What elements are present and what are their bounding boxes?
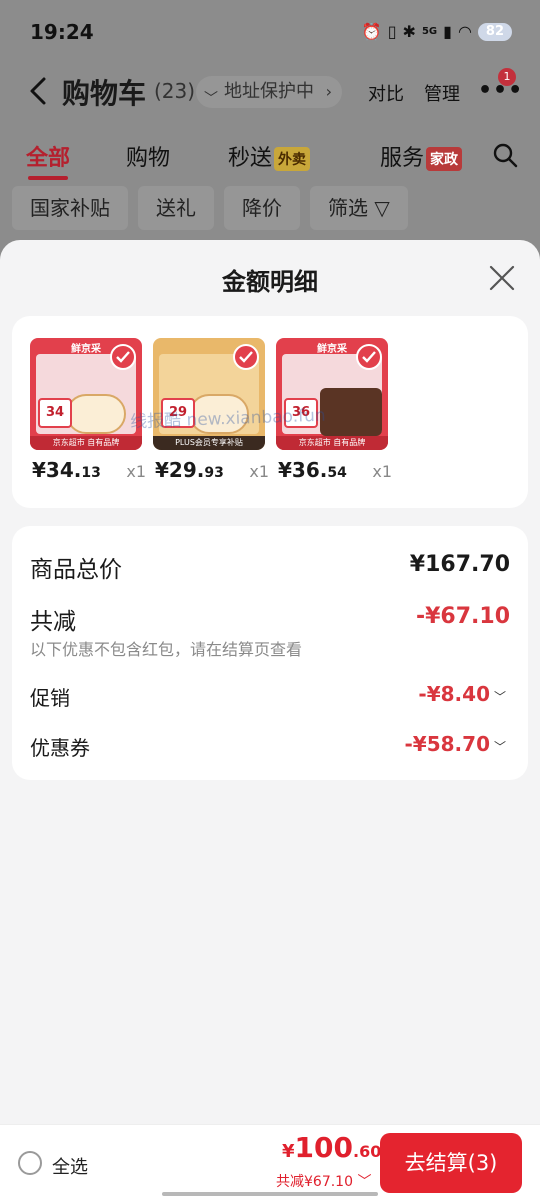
- category-tabs: 全部 购物 秒送 外卖 服务 家政: [0, 130, 540, 182]
- funnel-icon: ▽: [374, 196, 390, 220]
- tab-instant-delivery[interactable]: 秒送 外卖: [228, 140, 311, 172]
- total-price-label: 商品总价: [30, 557, 122, 583]
- discount-note: 以下优惠不包含红包，请在结算页查看: [30, 640, 303, 659]
- product-price-main: ¥34.: [32, 458, 82, 482]
- discount-label: 共减: [30, 609, 76, 635]
- address-pill-label: 地址保护中: [224, 81, 314, 102]
- product-quantity: x1: [372, 462, 392, 481]
- chevron-down-icon: ﹀: [493, 740, 506, 754]
- amount-detail-sheet: 金额明细 鲜京采 34 京东超市 自有品牌 ¥34.13 x1 29 PLUS会…: [0, 240, 540, 1200]
- coupon-row[interactable]: -¥58.70 ﹀: [405, 732, 507, 756]
- checked-icon: [110, 344, 136, 370]
- status-icons: ⏰ ▯ ✱ 5G ▮ ◠ 82: [362, 22, 512, 41]
- network-label: 5G: [421, 26, 438, 37]
- product-price: ¥34.13: [32, 458, 101, 482]
- total-price: ¥100.60: [282, 1131, 381, 1164]
- filter-gift[interactable]: 送礼: [138, 186, 214, 230]
- product-price: ¥36.54: [278, 458, 347, 482]
- coupon-value: -¥58.70: [404, 732, 490, 756]
- address-protection-pill[interactable]: ﹀ 地址保护中 ›: [196, 76, 342, 108]
- checked-icon: [233, 344, 259, 370]
- tab-services-label: 服务: [380, 146, 425, 171]
- chevron-down-icon: ﹀: [357, 1174, 372, 1190]
- vibrate-icon: ▯: [387, 22, 397, 41]
- alarm-icon: ⏰: [361, 22, 382, 41]
- promotion-value: -¥8.40: [418, 682, 490, 706]
- swiss-roll-image: [66, 394, 126, 434]
- product-thumbnail: 鲜京采 34 京东超市 自有品牌: [30, 338, 142, 450]
- total-integer: 100: [294, 1131, 353, 1164]
- housekeeping-badge: 家政: [426, 147, 463, 171]
- total-saving-toggle[interactable]: 共减¥67.10 ﹀: [276, 1171, 371, 1191]
- product-thumbnail: 鲜京采 36 京东超市 自有品牌: [276, 338, 388, 450]
- battery-indicator: 82: [477, 22, 512, 41]
- checkout-bar: 全选 ¥100.60 共减¥67.10 ﹀ 去结算(3): [0, 1124, 540, 1200]
- wifi-icon: ◠: [457, 22, 472, 41]
- select-all-radio[interactable]: [18, 1151, 42, 1175]
- product-price-decimal: 54: [327, 465, 347, 481]
- product-price-main: ¥29.: [155, 458, 205, 482]
- back-arrow-icon[interactable]: [26, 76, 50, 106]
- product-footer: 京东超市 自有品牌: [276, 436, 388, 450]
- page-title: 购物车: [62, 77, 147, 110]
- status-time: 19:24: [30, 20, 94, 44]
- tab-all[interactable]: 全部: [26, 140, 70, 172]
- discount-value: -¥67.10: [415, 604, 510, 629]
- checkout-button[interactable]: 去结算(3): [380, 1133, 522, 1193]
- product-price-tag: 34: [38, 398, 72, 428]
- signal-icon: ▮: [443, 22, 452, 41]
- cart-count: (23): [154, 79, 196, 103]
- search-icon[interactable]: [492, 142, 518, 168]
- filter-chips: 国家补贴 送礼 降价 筛选 ▽: [12, 186, 408, 230]
- active-tab-indicator: [28, 176, 68, 180]
- total-currency: ¥: [282, 1141, 295, 1162]
- price-summary-card: 商品总价 ¥167.70 共减 -¥67.10 以下优惠不包含红包，请在结算页查…: [12, 526, 528, 780]
- bluetooth-icon: ✱: [402, 22, 416, 41]
- product-price: ¥29.93: [155, 458, 224, 482]
- tab-services[interactable]: 服务 家政: [380, 140, 470, 172]
- total-decimal: .60: [352, 1142, 382, 1161]
- product-quantity: x1: [249, 462, 269, 481]
- takeout-badge: 外卖: [274, 147, 311, 171]
- chevron-down-icon: ﹀: [493, 690, 506, 704]
- sheet-title: 金额明细: [222, 268, 318, 296]
- chevron-right-icon: ›: [325, 82, 332, 101]
- filter-more-label: 筛选: [328, 196, 368, 220]
- product-thumbnail: 29 PLUS会员专享补贴: [153, 338, 265, 450]
- cart-header: 购物车 (23) ﹀ 地址保护中 › 对比 管理 ••• 1: [0, 66, 540, 118]
- manage-button[interactable]: 管理: [424, 80, 460, 106]
- close-icon[interactable]: [488, 264, 516, 292]
- total-price-value: ¥167.70: [409, 552, 510, 577]
- product-price-decimal: 13: [81, 465, 101, 481]
- coupon-label: 优惠券: [30, 736, 90, 760]
- product-footer: PLUS会员专享补贴: [153, 436, 265, 450]
- cake-image: [320, 388, 382, 436]
- total-saving-text: 共减¥67.10: [276, 1174, 353, 1190]
- home-indicator: [162, 1192, 378, 1196]
- status-bar: 19:24 ⏰ ▯ ✱ 5G ▮ ◠ 82: [0, 0, 540, 66]
- product-quantity: x1: [126, 462, 146, 481]
- promotion-row[interactable]: -¥8.40 ﹀: [418, 682, 506, 706]
- promotion-label: 促销: [30, 686, 70, 710]
- filter-national-subsidy[interactable]: 国家补贴: [12, 186, 128, 230]
- compare-button[interactable]: 对比: [368, 80, 404, 106]
- product-footer: 京东超市 自有品牌: [30, 436, 142, 450]
- tab-shopping[interactable]: 购物: [126, 140, 170, 172]
- product-price-decimal: 93: [204, 465, 224, 481]
- product-item[interactable]: 鲜京采 34 京东超市 自有品牌 ¥34.13 x1: [30, 338, 146, 488]
- tab-instant-delivery-label: 秒送: [228, 146, 273, 171]
- product-price-main: ¥36.: [278, 458, 328, 482]
- checked-icon: [356, 344, 382, 370]
- select-all-label[interactable]: 全选: [52, 1153, 88, 1179]
- filter-price-drop[interactable]: 降价: [224, 186, 300, 230]
- shield-icon: ﹀: [204, 91, 218, 107]
- notification-badge: 1: [498, 68, 516, 86]
- filter-more[interactable]: 筛选 ▽: [310, 186, 408, 230]
